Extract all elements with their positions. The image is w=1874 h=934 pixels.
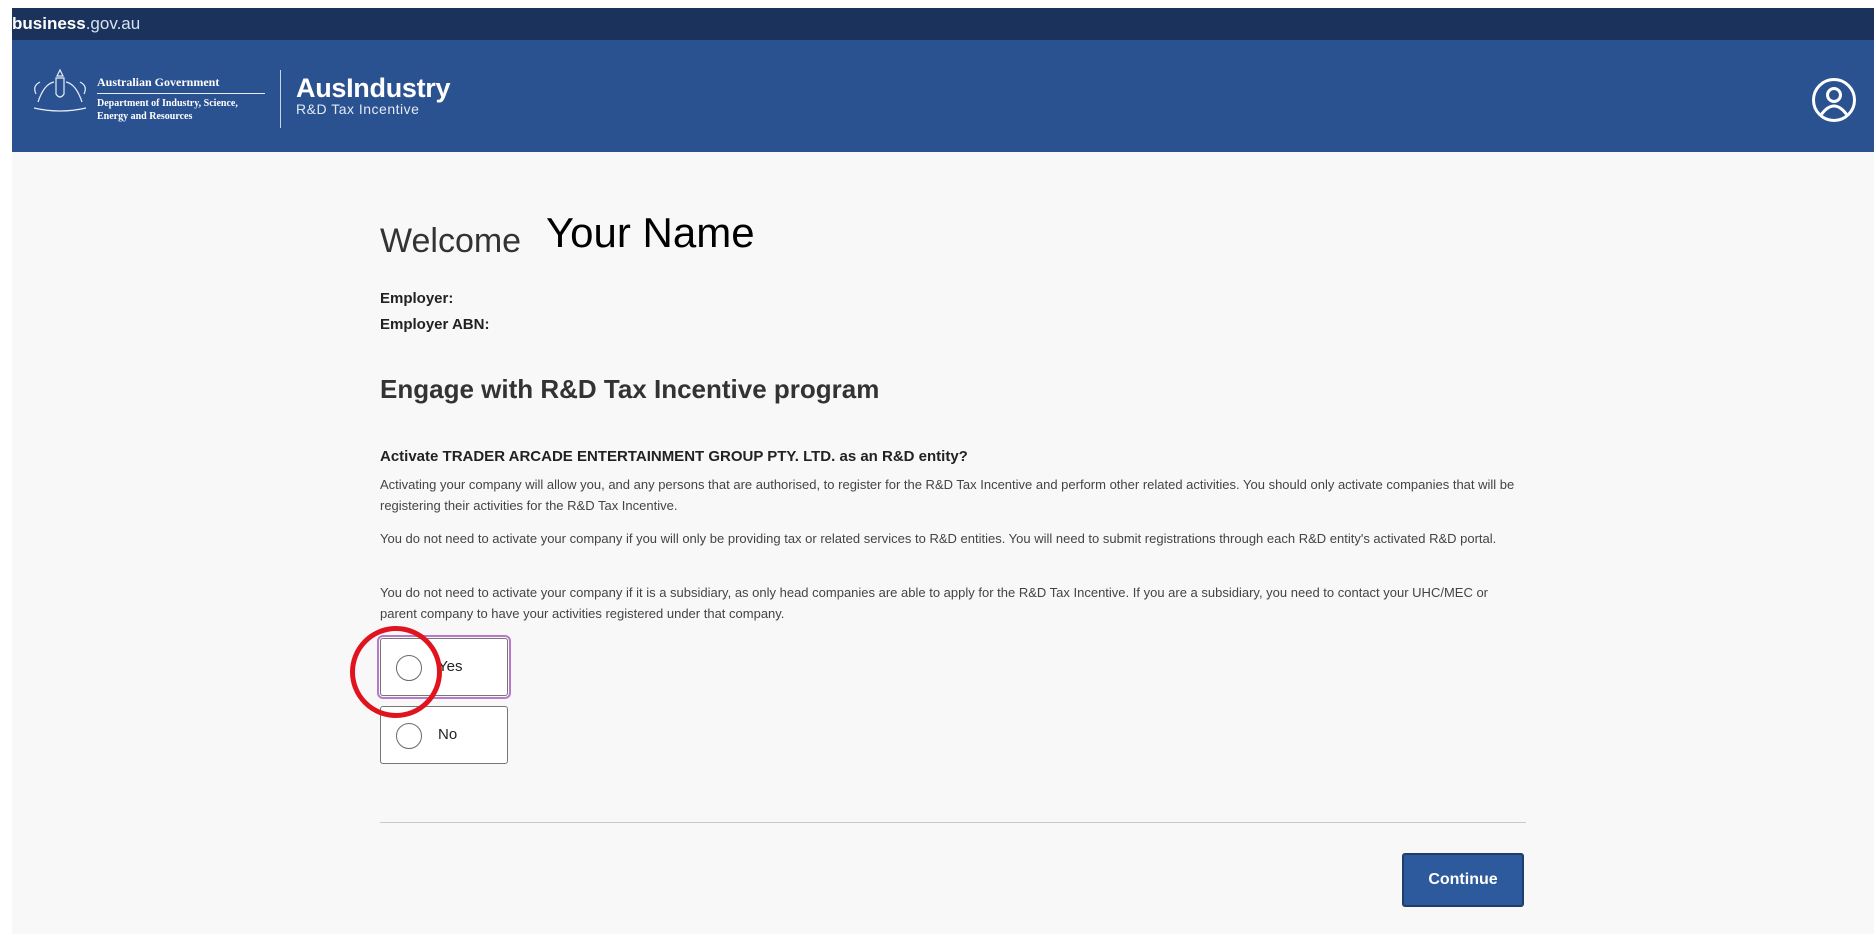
header-divider: [280, 70, 281, 128]
employer-abn-label: Employer ABN:: [380, 316, 490, 333]
radio-label-no[interactable]: No: [438, 726, 457, 743]
page-header: Australian Government Department of Indu…: [12, 40, 1874, 152]
site-topbar: business.gov.au: [12, 8, 1874, 40]
welcome-label: Welcome: [380, 222, 522, 260]
info-paragraph-1: Activating your company will allow you, …: [380, 477, 1515, 513]
radio-option-no[interactable]: No: [380, 706, 508, 764]
info-paragraph-3: You do not need to activate your company…: [380, 585, 1489, 621]
radio-label-yes[interactable]: Yes: [438, 658, 462, 675]
coat-of-arms-icon: [33, 68, 87, 112]
continue-button[interactable]: Continue: [1402, 853, 1524, 907]
site-brand-bold[interactable]: business: [12, 14, 86, 33]
info-paragraph-2: You do not need to activate your company…: [380, 531, 1497, 546]
section-heading: Engage with R&D Tax Incentive program: [380, 374, 880, 404]
product-subtitle: R&D Tax Incentive: [296, 101, 420, 117]
page-frame: business.gov.au Australian Government De…: [12, 8, 1874, 934]
user-circle-icon[interactable]: [1812, 78, 1856, 122]
welcome-user-name: Your Name: [546, 209, 755, 256]
product-logo[interactable]: AusIndustry R&D Tax Incentive: [296, 73, 451, 117]
department-name: Department of Industry, Science, Energy …: [97, 97, 272, 123]
department-line-1: Department of Industry, Science,: [97, 98, 238, 109]
employer-label: Employer:: [380, 290, 454, 307]
employer-details: Employer: Employer ABN:: [380, 286, 489, 338]
radio-option-yes[interactable]: Yes: [377, 635, 511, 699]
radio-button-yes[interactable]: [396, 655, 422, 681]
department-line-2: Energy and Resources: [97, 111, 193, 122]
radio-button-no[interactable]: [396, 723, 422, 749]
form-divider: [380, 822, 1526, 823]
activation-question: Activate TRADER ARCADE ENTERTAINMENT GRO…: [380, 448, 968, 465]
product-name: AusIndustry: [296, 73, 451, 103]
site-brand-domain[interactable]: .gov.au: [86, 14, 141, 33]
government-identity: Australian Government Department of Indu…: [97, 75, 272, 123]
government-title: Australian Government: [97, 75, 265, 94]
